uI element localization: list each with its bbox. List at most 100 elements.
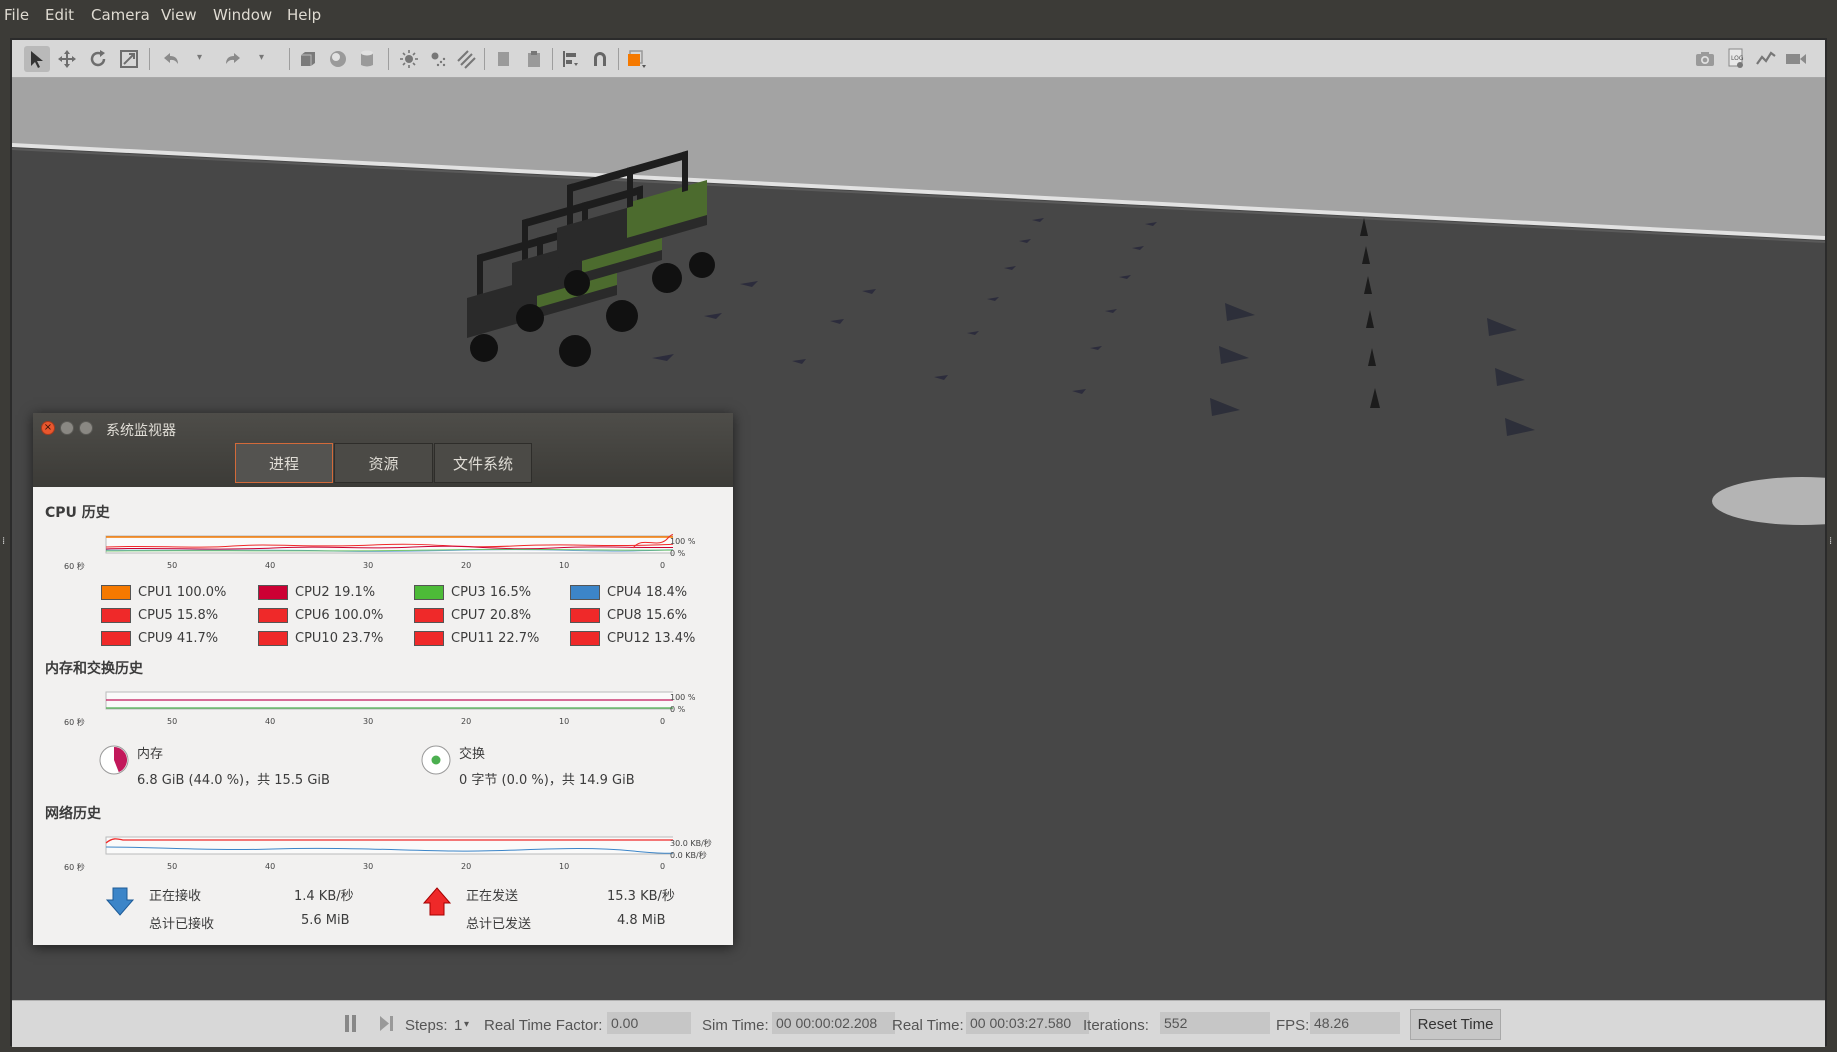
cpu-color-swatch[interactable] bbox=[258, 585, 288, 600]
network-x-tick: 0 bbox=[660, 862, 666, 871]
network-x-tick: 20 bbox=[461, 862, 472, 871]
real-time-label: Real Time: bbox=[892, 1017, 964, 1034]
cpu-color-swatch[interactable] bbox=[414, 608, 444, 623]
undo-icon[interactable] bbox=[158, 46, 184, 72]
memory-x-tick: 30 bbox=[363, 717, 374, 726]
total-sent-label: 总计已发送 bbox=[466, 917, 532, 932]
svg-text:LOG: LOG bbox=[1731, 55, 1744, 62]
cpu-color-swatch[interactable] bbox=[570, 608, 600, 623]
cpu-legend-label: CPU10 23.7% bbox=[295, 631, 384, 646]
memory-pie-icon bbox=[99, 745, 129, 775]
cpu-color-swatch[interactable] bbox=[258, 631, 288, 646]
log-icon[interactable]: LOG bbox=[1723, 46, 1749, 72]
tab-processes[interactable]: 进程 bbox=[235, 443, 333, 483]
menu-camera[interactable]: Camera bbox=[91, 6, 150, 24]
cpu-x-tick: 40 bbox=[265, 561, 276, 570]
translate-icon[interactable] bbox=[54, 46, 80, 72]
view-angle-icon[interactable] bbox=[624, 46, 650, 72]
menu-view[interactable]: View bbox=[161, 6, 197, 24]
directional-light-icon[interactable] bbox=[453, 46, 479, 72]
rtf-field: 0.00 bbox=[607, 1012, 691, 1034]
cpu-color-swatch[interactable] bbox=[414, 631, 444, 646]
cpu-color-swatch[interactable] bbox=[570, 631, 600, 646]
network-y-tick: 0.0 KB/秒 bbox=[670, 851, 707, 860]
cpu-legend-label: CPU8 15.6% bbox=[607, 608, 688, 623]
network-x-tick: 10 bbox=[559, 862, 570, 871]
menu-window[interactable]: Window bbox=[213, 6, 272, 24]
spot-light-icon[interactable] bbox=[425, 46, 451, 72]
window-close-icon[interactable]: × bbox=[41, 421, 55, 435]
menu-bar: File Edit Camera View Window Help bbox=[0, 0, 1837, 30]
menu-edit[interactable]: Edit bbox=[45, 6, 74, 24]
memory-x-tick: 40 bbox=[265, 717, 276, 726]
cpu-color-swatch[interactable] bbox=[101, 608, 131, 623]
point-light-icon[interactable] bbox=[396, 46, 422, 72]
cpu-x-tick: 30 bbox=[363, 561, 374, 570]
cpu-x-tick: 0 bbox=[660, 561, 666, 570]
paste-icon[interactable] bbox=[521, 46, 547, 72]
cpu-color-swatch[interactable] bbox=[101, 631, 131, 646]
align-icon[interactable] bbox=[558, 46, 584, 72]
receiving-label: 正在接收 bbox=[149, 889, 202, 904]
snap-magnet-icon[interactable] bbox=[587, 46, 613, 72]
box-shape-icon[interactable] bbox=[295, 46, 321, 72]
cylinder-shape-icon[interactable] bbox=[354, 46, 380, 72]
cpu-legend-label: CPU7 20.8% bbox=[451, 608, 532, 623]
sim-time-label: Sim Time: bbox=[702, 1017, 769, 1034]
step-icon[interactable] bbox=[379, 1015, 395, 1032]
system-monitor-titlebar[interactable]: × 系统监视器 进程 资源 文件系统 bbox=[33, 413, 733, 487]
cpu-color-swatch[interactable] bbox=[258, 608, 288, 623]
cpu-color-swatch[interactable] bbox=[101, 585, 131, 600]
steps-dropdown-icon[interactable]: ▾ bbox=[464, 1019, 469, 1030]
total-received-label: 总计已接收 bbox=[149, 917, 215, 932]
total-received-value: 5.6 MiB bbox=[301, 913, 350, 928]
cpu-x-tick: 60 秒 bbox=[64, 562, 85, 571]
system-monitor-title: 系统监视器 bbox=[106, 423, 176, 439]
receiving-value: 1.4 KB/秒 bbox=[294, 889, 354, 904]
memory-x-tick: 10 bbox=[559, 717, 570, 726]
reset-time-button[interactable]: Reset Time bbox=[1410, 1009, 1501, 1040]
right-panel-handle[interactable]: ⁞ bbox=[1829, 536, 1833, 547]
toolbar: ▾ ▾ LOG bbox=[12, 40, 1825, 78]
window-maximize-icon[interactable] bbox=[79, 421, 93, 435]
redo-dropdown-icon[interactable]: ▾ bbox=[259, 52, 264, 63]
scale-icon[interactable] bbox=[116, 46, 142, 72]
upload-arrow-icon bbox=[422, 887, 452, 916]
undo-dropdown-icon[interactable]: ▾ bbox=[197, 52, 202, 63]
screenshot-icon[interactable] bbox=[1692, 46, 1718, 72]
copy-icon[interactable] bbox=[491, 46, 517, 72]
drone-swarm bbox=[652, 218, 1535, 436]
redo-icon[interactable] bbox=[220, 46, 246, 72]
memory-y-tick: 100 % bbox=[670, 693, 696, 702]
cpu-x-tick: 20 bbox=[461, 561, 472, 570]
menu-file[interactable]: File bbox=[4, 6, 29, 24]
cpu-legend-label: CPU4 18.4% bbox=[607, 585, 688, 600]
real-time-field: 00 00:03:27.580 bbox=[966, 1012, 1089, 1034]
steps-value[interactable]: 1 bbox=[454, 1017, 462, 1034]
network-x-tick: 60 秒 bbox=[64, 863, 85, 872]
iterations-label: Iterations: bbox=[1083, 1017, 1149, 1034]
tab-filesystems[interactable]: 文件系统 bbox=[434, 443, 532, 483]
steps-label: Steps: bbox=[405, 1017, 448, 1034]
memory-x-tick: 20 bbox=[461, 717, 472, 726]
pause-icon[interactable] bbox=[344, 1015, 358, 1032]
menu-help[interactable]: Help bbox=[287, 6, 321, 24]
sending-value: 15.3 KB/秒 bbox=[607, 889, 675, 904]
plot-icon[interactable] bbox=[1753, 46, 1779, 72]
rtf-label: Real Time Factor: bbox=[484, 1017, 603, 1034]
cpu-legend-label: CPU3 16.5% bbox=[451, 585, 532, 600]
cpu-legend-label: CPU5 15.8% bbox=[138, 608, 219, 623]
tab-resources[interactable]: 资源 bbox=[334, 443, 433, 483]
network-x-tick: 30 bbox=[363, 862, 374, 871]
window-minimize-icon[interactable] bbox=[60, 421, 74, 435]
select-arrow-icon[interactable] bbox=[24, 46, 50, 72]
network-history-title: 网络历史 bbox=[45, 806, 101, 822]
network-y-tick: 30.0 KB/秒 bbox=[670, 839, 712, 848]
sphere-shape-icon[interactable] bbox=[325, 46, 351, 72]
rotate-icon[interactable] bbox=[85, 46, 111, 72]
video-record-icon[interactable] bbox=[1783, 46, 1809, 72]
cpu-color-swatch[interactable] bbox=[414, 585, 444, 600]
fps-field: 48.26 bbox=[1310, 1012, 1400, 1034]
left-panel-handle[interactable]: ⁞ bbox=[2, 536, 6, 547]
cpu-color-swatch[interactable] bbox=[570, 585, 600, 600]
